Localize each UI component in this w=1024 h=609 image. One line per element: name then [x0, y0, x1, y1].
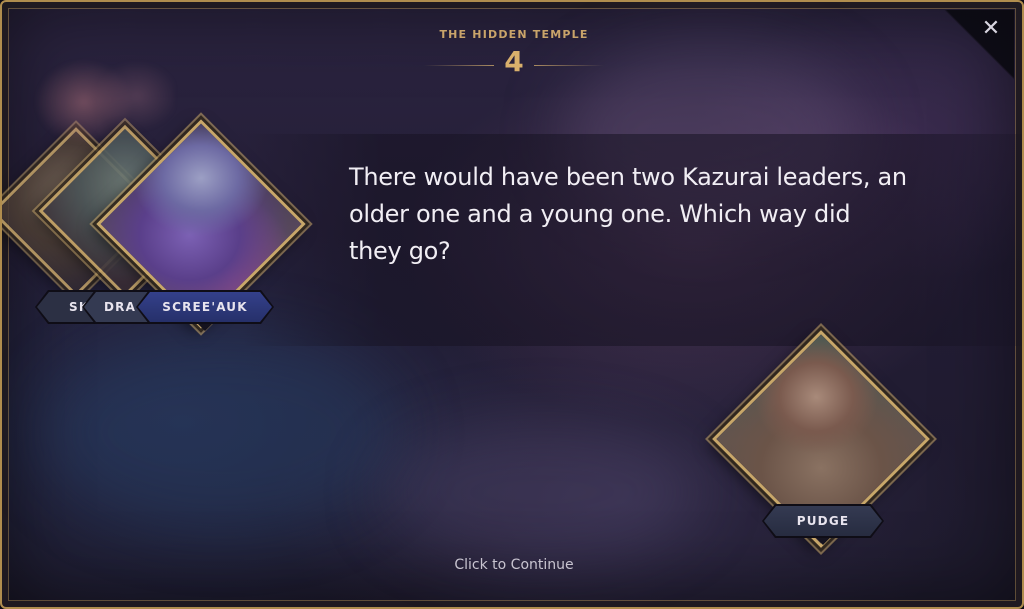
background-blur [382, 422, 702, 562]
active-speaker-name: SCREE'AUK [162, 300, 248, 314]
listener-name: PUDGE [796, 514, 850, 528]
continue-prompt[interactable]: Click to Continue [2, 557, 1022, 573]
speaker-name: DRA [104, 300, 137, 314]
divider [424, 65, 494, 66]
dialog-text: There would have been two Kazurai leader… [349, 163, 907, 265]
background-blur [42, 332, 402, 532]
level-number: 4 [504, 45, 524, 78]
divider [534, 65, 604, 66]
listener-nameplate: PUDGE [764, 506, 882, 536]
nameplate-pointer [816, 538, 830, 545]
dialog-window: ✕ THE HIDDEN TEMPLE 4 There would have b… [0, 0, 1024, 609]
wing-decoration [24, 30, 174, 150]
active-speaker-nameplate: SCREE'AUK [138, 292, 272, 322]
nameplate-pointer [198, 324, 212, 331]
